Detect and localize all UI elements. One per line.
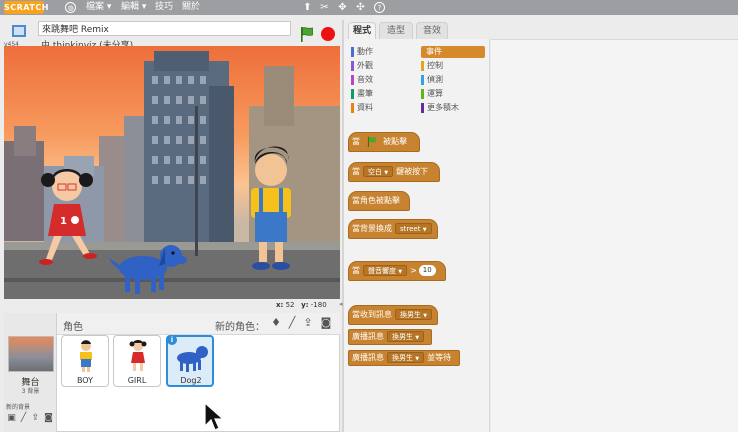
svg-text:1: 1 — [60, 216, 67, 227]
category-operators[interactable]: 運算 — [421, 88, 485, 100]
menu-about[interactable]: 關於 — [182, 0, 200, 15]
duplicate-icon[interactable]: ⬆ — [302, 2, 313, 13]
dog-sprite[interactable] — [107, 238, 187, 298]
upload-sprite-icon[interactable]: ⇪ — [301, 316, 315, 330]
category-motion[interactable]: 動作 — [351, 46, 415, 58]
grow-icon[interactable]: ✥ — [337, 2, 348, 13]
backdrop-library-icon[interactable]: ▣ — [6, 413, 17, 424]
tab-costumes[interactable]: 造型 — [379, 22, 413, 39]
upload-backdrop-icon[interactable]: ⇪ — [30, 413, 41, 424]
category-more-blocks[interactable]: 更多積木 — [421, 102, 485, 114]
scratch-logo[interactable]: SCRATCH — [4, 1, 48, 14]
tab-scripts[interactable]: 程式 — [348, 22, 376, 39]
category-pen[interactable]: 畫筆 — [351, 88, 415, 100]
sprite-pane-title: 角色 — [63, 322, 83, 333]
help-icon[interactable]: ? — [374, 2, 385, 13]
paint-backdrop-icon[interactable]: ╱ — [18, 413, 29, 424]
block-broadcast-and-wait[interactable]: 廣播訊息 換男生 ▼ 並等待 — [348, 350, 460, 366]
boy-thumbnail — [80, 340, 92, 372]
menu-edit[interactable]: 編輯 ▾ — [121, 0, 146, 15]
globe-icon[interactable]: ◍ — [65, 2, 76, 13]
category-sound[interactable]: 音效 — [351, 74, 415, 86]
block-when-key-pressed[interactable]: 當空白 ▼ 鍵被按下 — [348, 162, 440, 182]
sprite-label-dog2: Dog2 — [180, 376, 202, 385]
project-title-input[interactable] — [38, 21, 291, 36]
mouse-coordinates: x: 52 y: -180 — [276, 301, 327, 309]
category-data[interactable]: 資料 — [351, 102, 415, 114]
paint-sprite-icon[interactable]: ╱ — [285, 316, 299, 330]
stage-canvas[interactable]: 1 — [4, 46, 340, 299]
dog-thumbnail — [177, 346, 208, 372]
menu-tips[interactable]: 技巧 — [155, 0, 173, 15]
sprite-library-icon[interactable]: ♦ — [269, 316, 283, 330]
menu-file[interactable]: 檔案 ▾ — [86, 0, 111, 15]
boy-sprite[interactable] — [241, 142, 301, 272]
green-flag-icon — [367, 136, 376, 147]
script-area[interactable] — [491, 39, 738, 432]
girl-sprite[interactable]: 1 — [32, 164, 102, 274]
new-backdrop-label: 新的背景 — [6, 404, 31, 411]
stage-thumbnail[interactable] — [8, 336, 54, 372]
new-sprite-label: 新的角色： — [215, 322, 265, 333]
stop-button[interactable] — [321, 27, 335, 41]
camera-backdrop-icon[interactable]: ◙ — [43, 413, 54, 424]
tab-sounds[interactable]: 音效 — [416, 22, 448, 39]
backdrop-count: 3 背景 — [21, 388, 40, 395]
sprite-info-icon[interactable]: i — [167, 335, 177, 345]
fullscreen-icon — [12, 25, 26, 37]
category-events[interactable]: 事件 — [421, 46, 485, 58]
category-looks[interactable]: 外觀 — [351, 60, 415, 72]
cut-icon[interactable]: ✂ — [319, 2, 330, 13]
green-flag-icon[interactable] — [299, 26, 315, 42]
category-control[interactable]: 控制 — [421, 60, 485, 72]
girl-thumbnail — [129, 340, 147, 371]
block-when-flag-clicked[interactable]: 當 被點擊 — [348, 132, 420, 152]
category-sensing[interactable]: 偵測 — [421, 74, 485, 86]
block-when-sprite-clicked[interactable]: 當角色被點擊 — [348, 191, 410, 211]
mouse-cursor-icon — [204, 402, 225, 431]
block-when-loudness-greater[interactable]: 當聲音響度 ▼ >10 — [348, 261, 446, 281]
camera-sprite-icon[interactable]: ◙ — [319, 316, 333, 330]
shrink-icon[interactable]: ✣ — [355, 2, 366, 13]
block-when-receive-message[interactable]: 當收到訊息 換男生 ▼ — [348, 305, 438, 325]
sprite-label-girl: GIRL — [127, 376, 147, 385]
sprite-label-boy: BOY — [76, 376, 94, 385]
block-broadcast[interactable]: 廣播訊息 換男生 ▼ — [348, 329, 432, 345]
block-when-backdrop-switches[interactable]: 當背景換成 street ▼ — [348, 219, 438, 239]
